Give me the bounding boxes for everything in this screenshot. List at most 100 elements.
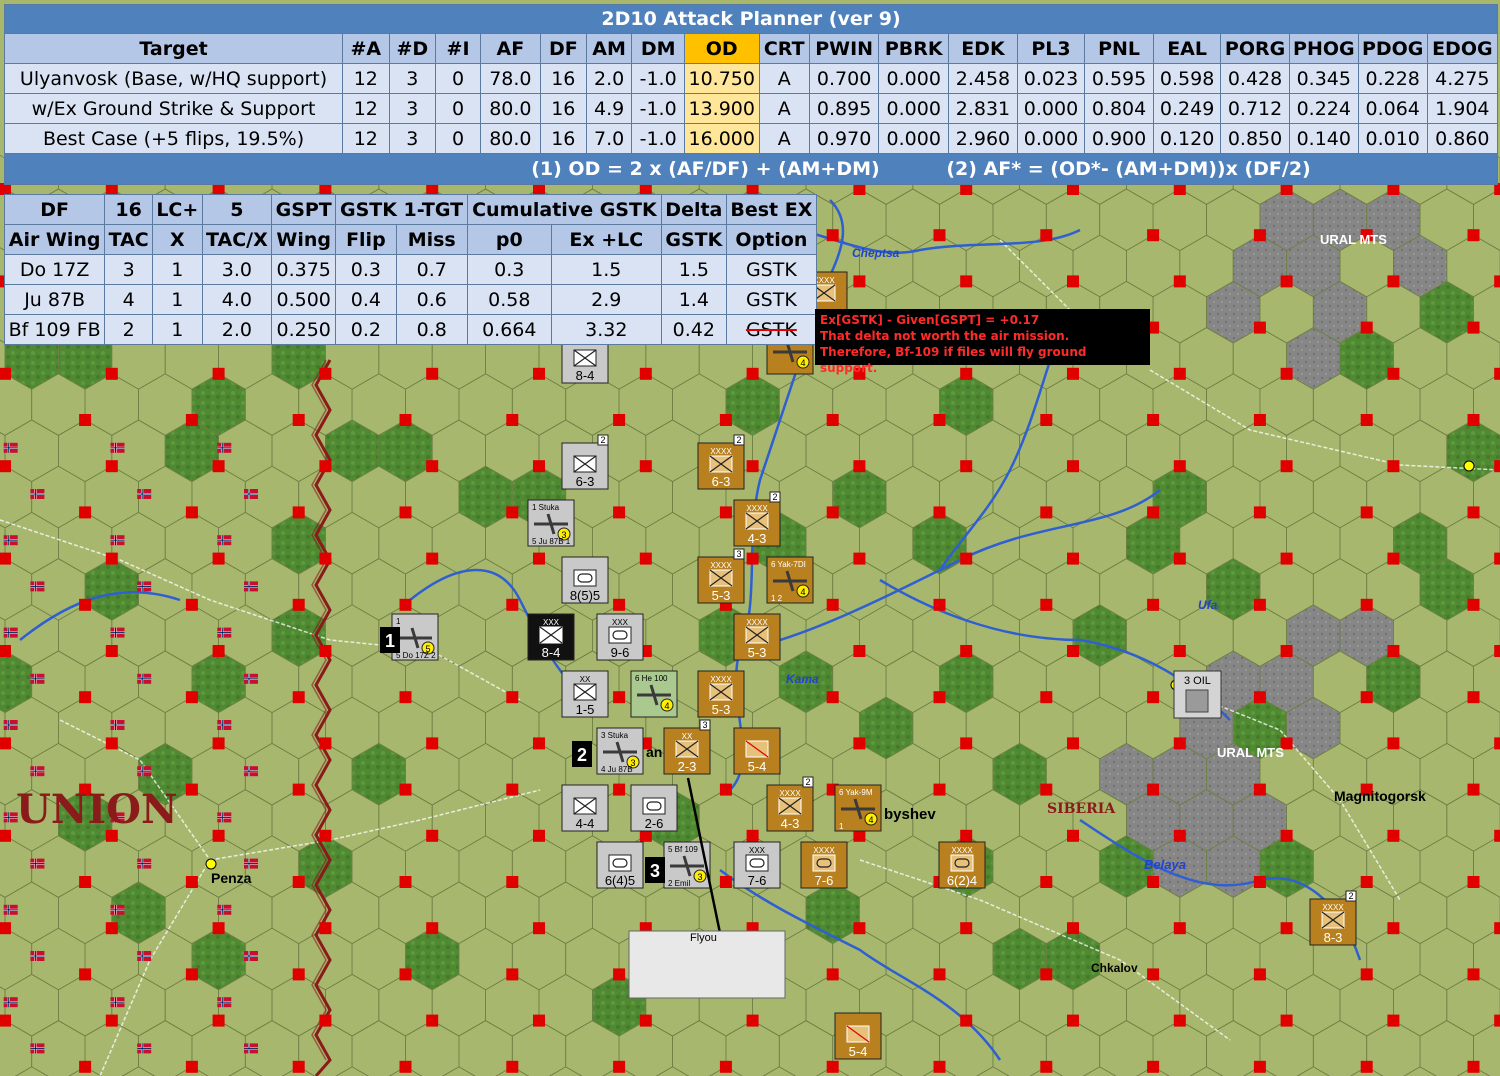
label-ural-mts-south: URAL MTS <box>1217 745 1284 760</box>
planner-cell: 0 <box>435 63 481 94</box>
unit-counter-u2[interactable]: 6-3 2 <box>561 434 609 490</box>
planner-cell: w/Ex Ground Strike & Support <box>3 93 344 124</box>
unit-size: XXX <box>612 618 629 627</box>
airwing-subheader: TAC/X <box>201 224 273 255</box>
airwing-header: GSTK 1-TGT <box>335 194 468 225</box>
unit-strength: 5-3 <box>712 702 731 717</box>
airwing-cell: 0.7 <box>395 254 468 285</box>
planner-col-header: PWIN <box>808 33 880 64</box>
unit-counter-s9[interactable]: XXXX 7-6 <box>800 841 848 889</box>
planner-cell: 80.0 <box>479 123 541 154</box>
planner-cell: 0.000 <box>1016 93 1086 124</box>
airwing-subheader: Wing <box>271 224 337 255</box>
unit-strength: 4-3 <box>781 816 800 831</box>
unit-strength: 2-6 <box>645 816 664 831</box>
unit-counter-u6[interactable]: XX 1-5 <box>561 670 609 718</box>
label-cheptsa: Cheptsa <box>852 246 900 260</box>
unit-counter-s11[interactable]: XXXX 8-3 2 <box>1309 890 1357 946</box>
airwing-header: Delta <box>660 194 727 225</box>
planner-col-header: DM <box>631 33 685 64</box>
airwing-row: Ju 87B 4 1 4.0 0.500 0.4 0.6 0.58 2.9 1.4 GSTK <box>3 284 818 315</box>
airwing-cell: GSTK <box>725 314 818 345</box>
formula-od: (1) OD = 2 x (AF/DF) + (AM+DM) <box>531 158 880 180</box>
aircraft-counter-a1[interactable]: 31 Stuka5 Ju 87B 1 <box>527 499 575 547</box>
planner-cell: Ulyanvosk (Base, w/HQ support) <box>3 63 344 94</box>
unit-size: XXXX <box>813 846 835 855</box>
unit-counter-u4[interactable]: XXX 9-6 <box>596 613 644 661</box>
planner-cell: 0 <box>435 123 481 154</box>
unit-size: XXXX <box>710 447 732 456</box>
attack-marker-1: 1 <box>380 627 400 653</box>
unit-stack-count: 2 <box>600 435 605 445</box>
unit-counter-u3[interactable]: 8(5)5 <box>561 556 609 604</box>
aircraft-counter-a5[interactable]: 4 6 He 100 <box>630 670 678 718</box>
unit-stack-count: 2 <box>1348 891 1353 901</box>
unit-counter-s4[interactable]: XXXX 5-3 <box>733 613 781 661</box>
planner-col-header: DF <box>539 33 587 64</box>
planner-cell: 0.345 <box>1288 63 1359 94</box>
planner-cell: 0.000 <box>1016 123 1086 154</box>
planner-cell: 7.0 <box>585 123 633 154</box>
unit-strength: 7-6 <box>815 873 834 888</box>
planner-col-header: #I <box>435 33 481 64</box>
planner-cell: 0.000 <box>878 123 950 154</box>
airwing-cell: GSTK <box>725 254 818 285</box>
unit-size: XXX <box>543 618 560 627</box>
airwing-cell: 0.58 <box>466 284 552 315</box>
svg-text:4: 4 <box>800 358 805 368</box>
unit-counter-u5[interactable]: XXX 8-4 <box>527 613 575 661</box>
airwing-header: 5 <box>201 194 273 225</box>
aircraft-counter-a3[interactable]: 33 Stuka4 Ju 87B <box>596 727 644 775</box>
unit-counter-s5[interactable]: XXXX 5-3 <box>697 670 745 718</box>
unit-counter-s12[interactable]: 5-4 <box>834 1012 882 1060</box>
unit-strength: 1-5 <box>576 702 595 717</box>
svg-text:6 Yak-9M: 6 Yak-9M <box>839 788 873 797</box>
planner-cell: 0.850 <box>1220 123 1290 154</box>
airwing-subheader: Flip <box>335 224 397 255</box>
planner-col-header: OD <box>683 33 760 64</box>
airwing-cell: 1.5 <box>660 254 727 285</box>
planner-cell: 12 <box>342 63 390 94</box>
unit-strength: 4-4 <box>576 816 595 831</box>
planner-cell: 0.595 <box>1084 63 1154 94</box>
unit-counter-u7[interactable]: 4-4 <box>561 784 609 832</box>
planner-cell: 0.970 <box>808 123 880 154</box>
planner-cell: 2.960 <box>948 123 1018 154</box>
label-byshev: byshev <box>884 806 936 823</box>
svg-text:5 Ju 87B 1: 5 Ju 87B 1 <box>532 537 571 546</box>
svg-text:4 Ju 87B: 4 Ju 87B <box>601 765 633 774</box>
planner-cell: 12 <box>342 123 390 154</box>
unit-counter-s8[interactable]: XXXX 4-3 2 <box>766 776 814 832</box>
planner-cell: 0 <box>435 93 481 124</box>
airwing-cell: Do 17Z <box>3 254 106 285</box>
aircraft-counter-a6[interactable]: 4 6 Yak-7DI 1 2 <box>766 556 814 604</box>
planner-cell: 2.0 <box>585 63 633 94</box>
air-wing-table: DF 16 LC+ 5 GSPT GSTK 1-TGT Cumulative GSTK Del… <box>3 194 818 345</box>
unit-counter-s3[interactable]: XXXX 5-3 3 <box>697 548 745 604</box>
unit-size: XXXX <box>1322 903 1344 912</box>
aircraft-counter-a7[interactable]: 4 6 Yak-9M 1 <box>834 784 882 832</box>
unit-counter-s1[interactable]: XXXX 6-3 2 <box>697 434 745 490</box>
label-an-2: an <box>646 744 662 760</box>
planner-cell: A <box>758 93 810 124</box>
planner-cell: 0.120 <box>1152 123 1222 154</box>
unit-stack-count: 2 <box>805 777 810 787</box>
planner-col-header: AF <box>479 33 541 64</box>
unit-size: XXXX <box>710 675 732 684</box>
attack-marker-2: 2 <box>572 741 592 767</box>
unit-counter-s2[interactable]: XXXX 4-3 2 <box>733 491 781 547</box>
airwing-cell: 0.375 <box>271 254 337 285</box>
unit-counter-u8[interactable]: 2-6 <box>630 784 678 832</box>
airwing-cell: GSTK <box>725 284 818 315</box>
unit-counter-s10[interactable]: XXXX 6(2)4 <box>938 841 986 889</box>
unit-counter-s6[interactable]: XX 2-3 3 <box>663 719 711 775</box>
unit-counter-s7[interactable]: 5-4 <box>733 727 781 775</box>
unit-counter-u10[interactable]: XXX 7-6 <box>733 841 781 889</box>
planner-cell: 0.712 <box>1220 93 1290 124</box>
unit-stack-count: 3 <box>736 549 741 559</box>
unit-size: XX <box>580 675 591 684</box>
unit-counter-u9[interactable]: 6(4)5 <box>596 841 644 889</box>
flyout-stack[interactable]: Flyou <box>628 930 786 999</box>
label-kama: Kama <box>786 672 819 686</box>
airwing-cell: 3.0 <box>201 254 273 285</box>
